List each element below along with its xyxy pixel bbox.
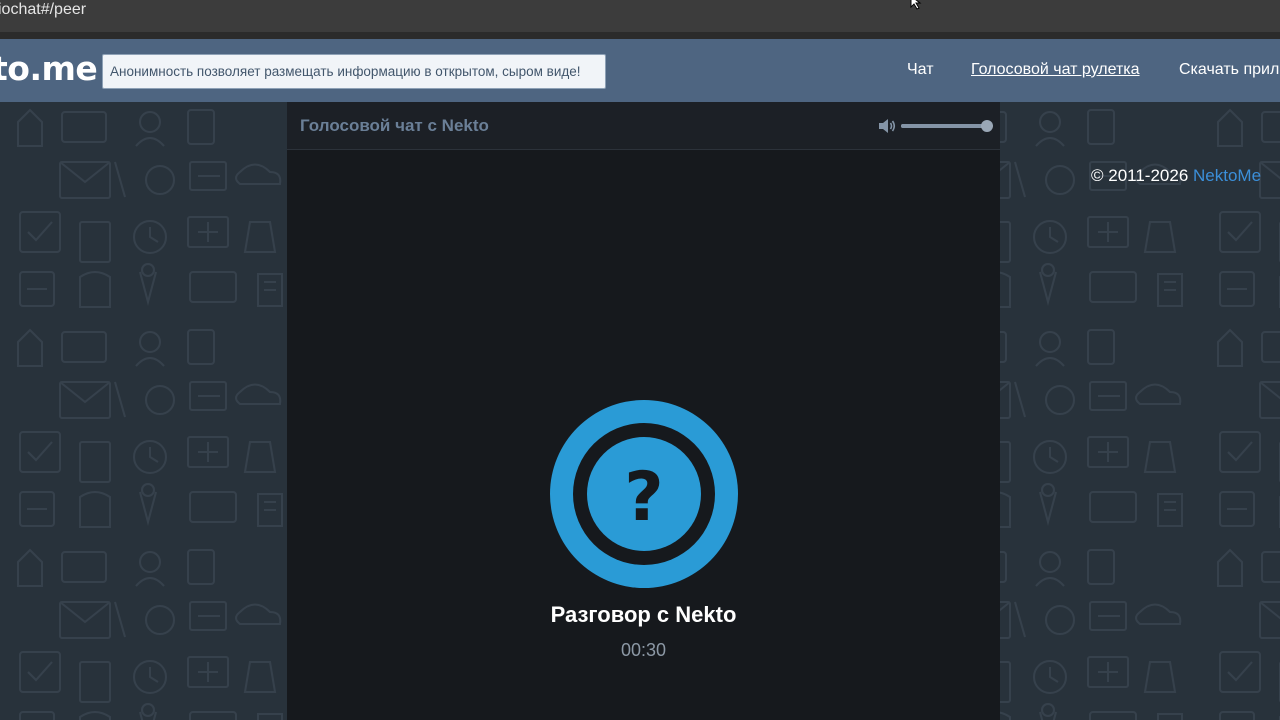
volume-slider[interactable] [901,120,993,132]
call-timer: 00:30 [620,640,667,660]
site-logo[interactable]: to.me [0,49,98,88]
browser-divider [0,32,1280,39]
panel-title: Голосовой чат с Nekto [300,116,489,135]
brand-link[interactable]: NektoMe [1193,166,1261,185]
copyright-notice: © 2011-2026 NektoMe [1091,166,1261,186]
copyright-text: © 2011-2026 [1091,166,1194,185]
nav-download-link[interactable]: Скачать прил [1179,61,1279,79]
panel-header: Голосовой чат с Nekto [287,102,1000,150]
volume-fill [901,124,987,128]
nav-chat-link[interactable]: Чат [907,61,934,79]
voice-chat-panel: Голосовой чат с Nekto ? Разговор с Nekto… [287,102,1000,720]
site-header: to.me Анонимность позволяет размещать ин… [0,39,1280,102]
conversation-label: Разговор с Nekto [550,602,737,627]
mouse-cursor-icon [910,0,922,10]
browser-url-bar[interactable]: iochat#/peer [0,0,1280,32]
volume-knob[interactable] [981,120,993,132]
nav-voice-roulette-link[interactable]: Голосовой чат рулетка [971,61,1140,79]
notice-banner: Анонимность позволяет размещать информац… [102,54,606,89]
speaker-icon[interactable] [877,116,897,136]
svg-text:?: ? [624,458,663,537]
url-text[interactable]: iochat#/peer [0,0,86,21]
question-mark-icon: ? [550,400,738,588]
